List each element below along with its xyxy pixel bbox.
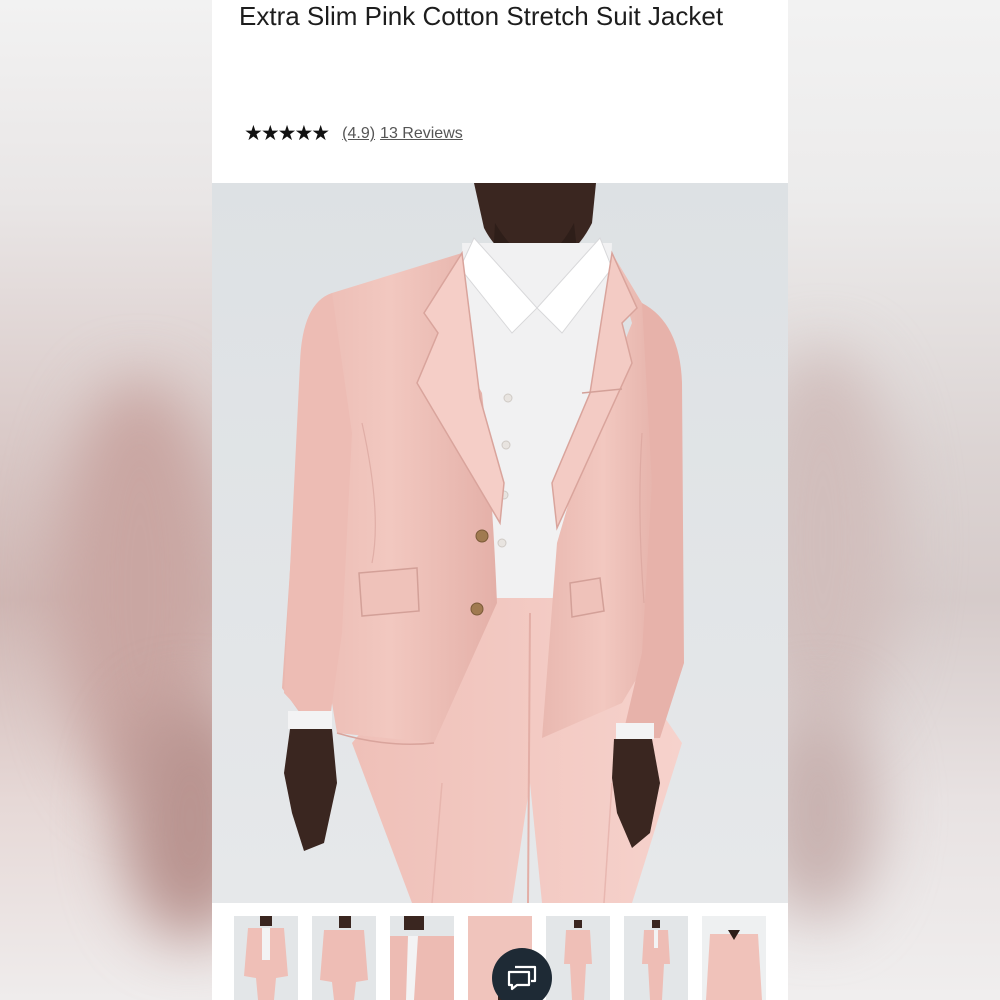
thumbnail-image [624,916,688,1000]
blur-shape [788,350,898,730]
blurred-background-right [788,0,1000,1000]
thumbnail-3[interactable] [390,916,454,1000]
thumbnail-7[interactable] [702,916,766,1000]
thumbnail-5[interactable] [546,916,610,1000]
model-suit-illustration [212,183,788,903]
thumbnail-image [312,916,376,1000]
chat-button[interactable] [492,948,552,1000]
thumbnail-1[interactable] [234,916,298,1000]
rating-value: (4.9) [342,125,376,142]
blur-shape [788,700,878,920]
product-page: Extra Slim Pink Cotton Stretch Suit Jack… [212,0,788,1000]
thumbnail-image [234,916,298,1000]
thumbnail-image [390,916,454,1000]
review-count: 13 Reviews [380,125,463,142]
star-rating-icon: ★★★★★ [244,122,330,145]
product-title: Extra Slim Pink Cotton Stretch Suit Jack… [239,1,724,31]
thumbnail-6[interactable] [624,916,688,1000]
rating-summary[interactable]: ★★★★★ (4.9) 13 Reviews [244,120,468,148]
reviews-link[interactable]: (4.9) 13 Reviews [342,120,468,148]
chat-icon [507,965,537,991]
blurred-background-left [0,0,212,1000]
thumbnail-2[interactable] [312,916,376,1000]
thumbnail-image [702,916,766,1000]
thumbnail-image [546,916,610,1000]
product-main-image[interactable] [212,183,788,903]
